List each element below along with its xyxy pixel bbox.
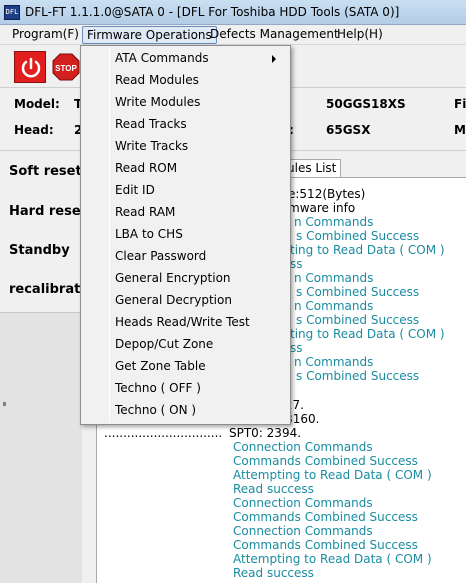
- log-line: Connection Commands: [233, 524, 373, 538]
- soft-reset-button[interactable]: Soft reset: [9, 164, 82, 179]
- menu-item-read-tracks[interactable]: Read Tracks: [115, 114, 187, 134]
- menu-item-general-encryption[interactable]: General Encryption: [115, 268, 231, 288]
- log-line: Connection Commands: [233, 496, 373, 510]
- power-icon: [21, 57, 41, 78]
- log-line: Read success: [233, 566, 314, 580]
- log-line: Attempting to Read Data ( COM ): [233, 468, 432, 482]
- log-line: s Combined Success: [296, 285, 420, 299]
- window-title: DFL-FT 1.1.1.0@SATA 0 - [DFL For Toshiba…: [25, 5, 400, 19]
- splitter-handle[interactable]: [3, 402, 6, 406]
- log-spt: SPT0: 2394.: [229, 426, 302, 440]
- log-line: n Commands: [294, 271, 374, 285]
- menu-item-read-modules[interactable]: Read Modules: [115, 70, 199, 90]
- app-icon[interactable]: DFL: [4, 5, 20, 20]
- log-line: ss: [290, 341, 303, 355]
- head-label: Head:: [14, 123, 54, 137]
- log-line: mware info: [288, 201, 356, 215]
- log-line: Commands Combined Success: [233, 454, 418, 468]
- menu-item-heads-read-write-test[interactable]: Heads Read/Write Test: [115, 312, 250, 332]
- right-label-1: Fi: [454, 97, 466, 111]
- menu-program[interactable]: Program(F): [8, 26, 83, 44]
- firmware-operations-menu: ATA Commands Read Modules Write Modules Rea…: [80, 45, 291, 425]
- submenu-arrow-icon: [272, 55, 276, 63]
- log-line: n Commands: [294, 355, 374, 369]
- log-line: e:512(Bytes): [288, 187, 366, 201]
- menu-defects-management[interactable]: Defects Management: [206, 26, 343, 44]
- menu-item-depop-cut-zone[interactable]: Depop/Cut Zone: [115, 334, 213, 354]
- log-line: Commands Combined Success: [233, 538, 418, 552]
- menu-item-read-ram[interactable]: Read RAM: [115, 202, 175, 222]
- menu-item-lba-to-chs[interactable]: LBA to CHS: [115, 224, 183, 244]
- menu-item-write-tracks[interactable]: Write Tracks: [115, 136, 188, 156]
- menu-bar: Program(F) Firmware Operations Defects M…: [0, 25, 466, 45]
- menu-item-edit-id[interactable]: Edit ID: [115, 180, 155, 200]
- hard-reset-button[interactable]: Hard reset: [9, 204, 87, 219]
- firmware-value: 50GGS18XS: [326, 97, 406, 111]
- model-label: Model:: [14, 97, 60, 111]
- log-line: ss: [290, 257, 303, 271]
- menu-item-techno-on[interactable]: Techno ( ON ): [115, 400, 196, 420]
- log-line: s Combined Success: [296, 313, 420, 327]
- log-line: Connection Commands: [233, 440, 373, 454]
- title-bar: DFL DFL-FT 1.1.1.0@SATA 0 - [DFL For Tos…: [0, 0, 466, 25]
- stop-button[interactable]: STOP: [52, 51, 80, 83]
- stop-label: STOP: [55, 64, 77, 73]
- stop-sign-icon: STOP: [52, 53, 80, 81]
- menu-help[interactable]: Help(H): [333, 26, 387, 44]
- right-label-2: M: [454, 123, 466, 137]
- left-panel-lower: [0, 312, 82, 583]
- menu-item-clear-password[interactable]: Clear Password: [115, 246, 206, 266]
- menu-firmware-operations[interactable]: Firmware Operations: [82, 26, 217, 44]
- standby-button[interactable]: Standby: [9, 243, 70, 258]
- menu-item-techno-off[interactable]: Techno ( OFF ): [115, 378, 201, 398]
- log-line: s Combined Success: [296, 369, 420, 383]
- menu-item-get-zone-table[interactable]: Get Zone Table: [115, 356, 206, 376]
- log-line: ting to Read Data ( COM ): [290, 243, 445, 257]
- log-line: n Commands: [294, 215, 374, 229]
- serial-value: 65GSX: [326, 123, 371, 137]
- log-line: ting to Read Data ( COM ): [290, 327, 445, 341]
- left-command-panel: Soft reset Hard reset Standby recalibrat…: [0, 152, 94, 312]
- log-dots: ...............................: [104, 426, 223, 440]
- power-button[interactable]: [14, 51, 46, 83]
- menu-item-general-decryption[interactable]: General Decryption: [115, 290, 232, 310]
- menu-item-write-modules[interactable]: Write Modules: [115, 92, 200, 112]
- log-line: Attempting to Read Data ( COM ): [233, 552, 432, 566]
- menu-icon-column: [109, 48, 110, 422]
- log-line: Commands Combined Success: [233, 510, 418, 524]
- menu-item-ata-commands[interactable]: ATA Commands: [115, 48, 209, 68]
- menu-item-read-rom[interactable]: Read ROM: [115, 158, 177, 178]
- log-line: n Commands: [294, 299, 374, 313]
- log-line: Read success: [233, 482, 314, 496]
- log-line: s Combined Success: [296, 229, 420, 243]
